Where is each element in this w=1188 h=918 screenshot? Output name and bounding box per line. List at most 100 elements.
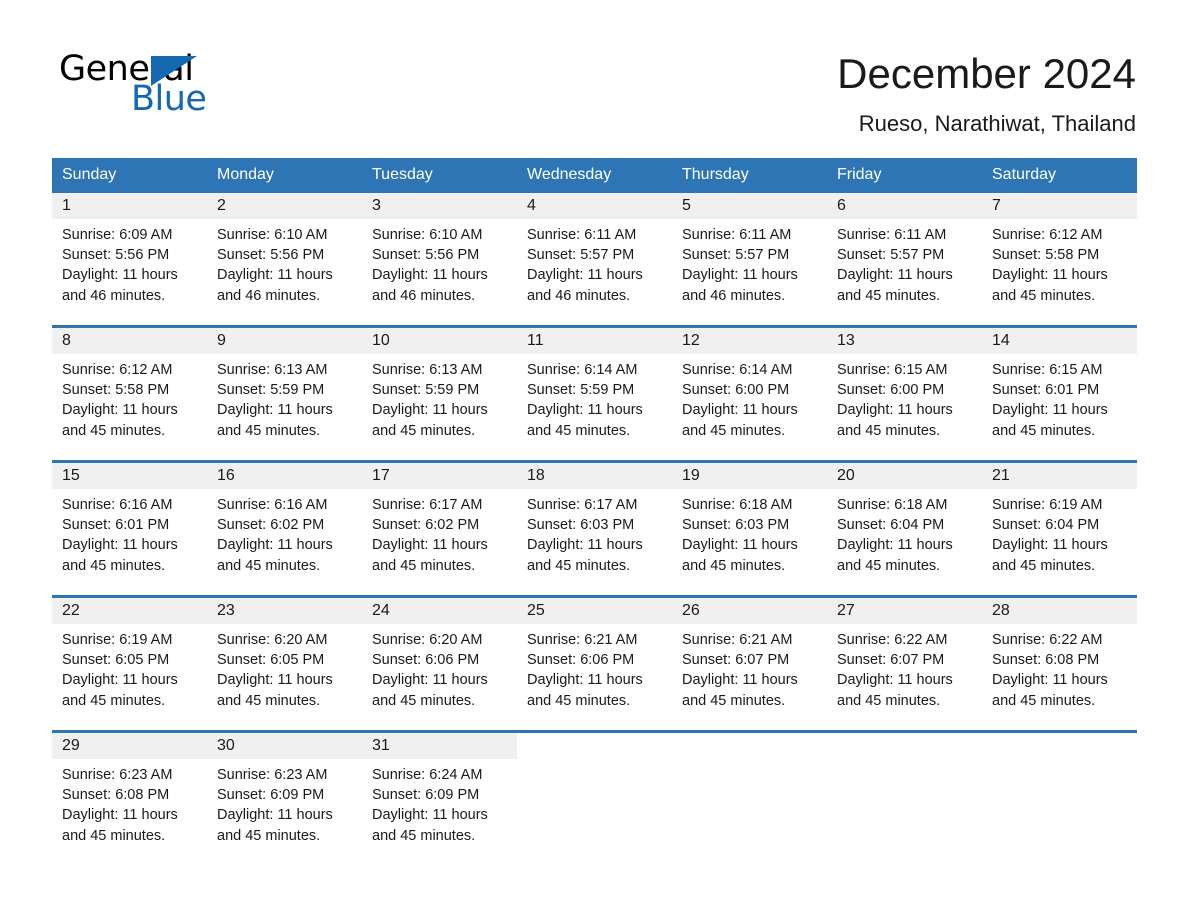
- day-number-band: [827, 733, 982, 759]
- day-info: Sunrise: 6:11 AM Sunset: 5:57 PM Daylight:…: [672, 219, 827, 306]
- calendar-body: 1 Sunrise: 6:09 AM Sunset: 5:56 PM Daylight…: [52, 193, 1137, 865]
- sunset-text: Sunset: 6:09 PM: [217, 787, 325, 804]
- day-cell-inner: 24 Sunrise: 6:20 AM Sunset: 6:06 PM Dayligh…: [362, 598, 517, 730]
- day-info: Sunrise: 6:19 AM Sunset: 6:04 PM Daylight:…: [982, 489, 1137, 576]
- calendar-day-cell[interactable]: 9 Sunrise: 6:13 AM Sunset: 5:59 PM Daylight…: [207, 325, 362, 462]
- day-cell-inner: 17 Sunrise: 6:17 AM Sunset: 6:02 PM Dayligh…: [362, 463, 517, 595]
- day-number-band: [982, 733, 1137, 759]
- calendar-day-cell[interactable]: 5 Sunrise: 6:11 AM Sunset: 5:57 PM Daylight…: [672, 193, 827, 327]
- sunrise-text: Sunrise: 6:22 AM: [992, 632, 1103, 648]
- calendar-day-cell[interactable]: 3 Sunrise: 6:10 AM Sunset: 5:56 PM Daylight…: [362, 193, 517, 327]
- daylight-text: Daylight: 11 hours and 45 minutes.: [682, 537, 798, 574]
- calendar-day-cell[interactable]: 6 Sunrise: 6:11 AM Sunset: 5:57 PM Daylight…: [827, 193, 982, 327]
- sunset-text: Sunset: 6:03 PM: [682, 517, 790, 534]
- day-cell-inner: 21 Sunrise: 6:19 AM Sunset: 6:04 PM Dayligh…: [982, 463, 1137, 595]
- sunset-text: Sunset: 6:03 PM: [527, 517, 635, 534]
- calendar-day-cell[interactable]: 26 Sunrise: 6:21 AM Sunset: 6:07 PM Dayligh…: [672, 595, 827, 732]
- day-number-band: 17: [362, 463, 517, 489]
- calendar-day-cell[interactable]: 19 Sunrise: 6:18 AM Sunset: 6:03 PM Dayligh…: [672, 460, 827, 597]
- sunrise-text: Sunrise: 6:14 AM: [682, 362, 793, 378]
- calendar-day-cell[interactable]: 22 Sunrise: 6:19 AM Sunset: 6:05 PM Dayligh…: [52, 595, 207, 732]
- day-number-band: 15: [52, 463, 207, 489]
- calendar-day-cell[interactable]: 30 Sunrise: 6:23 AM Sunset: 6:09 PM Dayligh…: [207, 730, 362, 865]
- daylight-text: Daylight: 11 hours and 46 minutes.: [527, 267, 643, 304]
- calendar-day-cell[interactable]: 8 Sunrise: 6:12 AM Sunset: 5:58 PM Daylight…: [52, 325, 207, 462]
- day-cell-inner: 11 Sunrise: 6:14 AM Sunset: 5:59 PM Dayligh…: [517, 328, 672, 460]
- day-cell-inner: 15 Sunrise: 6:16 AM Sunset: 6:01 PM Dayligh…: [52, 463, 207, 595]
- sunrise-text: Sunrise: 6:16 AM: [62, 497, 173, 513]
- day-number: 9: [217, 332, 226, 349]
- day-cell-inner: 22 Sunrise: 6:19 AM Sunset: 6:05 PM Dayligh…: [52, 598, 207, 730]
- day-cell-inner: 9 Sunrise: 6:13 AM Sunset: 5:59 PM Daylight…: [207, 328, 362, 460]
- sunset-text: Sunset: 6:05 PM: [62, 652, 170, 669]
- day-number-band: 21: [982, 463, 1137, 489]
- sunset-text: Sunset: 6:07 PM: [837, 652, 945, 669]
- day-info: Sunrise: 6:13 AM Sunset: 5:59 PM Daylight:…: [207, 354, 362, 441]
- calendar-day-cell[interactable]: 11 Sunrise: 6:14 AM Sunset: 5:59 PM Dayligh…: [517, 325, 672, 462]
- sunrise-text: Sunrise: 6:22 AM: [837, 632, 948, 648]
- day-cell-inner: 23 Sunrise: 6:20 AM Sunset: 6:05 PM Dayligh…: [207, 598, 362, 730]
- day-number-band: 20: [827, 463, 982, 489]
- sunset-text: Sunset: 6:08 PM: [62, 787, 170, 804]
- calendar-day-cell[interactable]: 20 Sunrise: 6:18 AM Sunset: 6:04 PM Dayligh…: [827, 460, 982, 597]
- day-cell-inner: 30 Sunrise: 6:23 AM Sunset: 6:09 PM Dayligh…: [207, 733, 362, 865]
- sunset-text: Sunset: 6:07 PM: [682, 652, 790, 669]
- calendar-day-cell[interactable]: 4 Sunrise: 6:11 AM Sunset: 5:57 PM Daylight…: [517, 193, 672, 327]
- calendar-day-cell[interactable]: 24 Sunrise: 6:20 AM Sunset: 6:06 PM Dayligh…: [362, 595, 517, 732]
- day-number-band: 6: [827, 193, 982, 219]
- calendar-day-cell[interactable]: 21 Sunrise: 6:19 AM Sunset: 6:04 PM Dayligh…: [982, 460, 1137, 597]
- generalblue-logo[interactable]: General Blue: [59, 50, 259, 118]
- calendar-day-cell[interactable]: 12 Sunrise: 6:14 AM Sunset: 6:00 PM Dayligh…: [672, 325, 827, 462]
- calendar-day-cell[interactable]: 28 Sunrise: 6:22 AM Sunset: 6:08 PM Dayligh…: [982, 595, 1137, 732]
- sunset-text: Sunset: 5:57 PM: [527, 247, 635, 264]
- daylight-text: Daylight: 11 hours and 45 minutes.: [62, 672, 178, 709]
- sunrise-text: Sunrise: 6:19 AM: [62, 632, 173, 648]
- day-info: [982, 759, 1137, 765]
- calendar-day-cell[interactable]: 16 Sunrise: 6:16 AM Sunset: 6:02 PM Dayligh…: [207, 460, 362, 597]
- daylight-text: Daylight: 11 hours and 45 minutes.: [372, 402, 488, 439]
- day-info: [517, 759, 672, 765]
- day-info: Sunrise: 6:12 AM Sunset: 5:58 PM Daylight:…: [982, 219, 1137, 306]
- sunrise-text: Sunrise: 6:13 AM: [217, 362, 328, 378]
- day-number: 20: [837, 467, 855, 484]
- calendar-day-cell[interactable]: 27 Sunrise: 6:22 AM Sunset: 6:07 PM Dayligh…: [827, 595, 982, 732]
- sunset-text: Sunset: 6:09 PM: [372, 787, 480, 804]
- day-cell-inner: 20 Sunrise: 6:18 AM Sunset: 6:04 PM Dayligh…: [827, 463, 982, 595]
- sunrise-text: Sunrise: 6:23 AM: [217, 767, 328, 783]
- calendar-day-cell[interactable]: 10 Sunrise: 6:13 AM Sunset: 5:59 PM Dayligh…: [362, 325, 517, 462]
- sunrise-text: Sunrise: 6:14 AM: [527, 362, 638, 378]
- sunset-text: Sunset: 5:59 PM: [372, 382, 480, 399]
- calendar-day-cell[interactable]: 31 Sunrise: 6:24 AM Sunset: 6:09 PM Dayligh…: [362, 730, 517, 865]
- calendar-day-cell[interactable]: 2 Sunrise: 6:10 AM Sunset: 5:56 PM Daylight…: [207, 193, 362, 327]
- calendar-header-row: Sunday Monday Tuesday Wednesday Thursday Frid…: [52, 158, 1137, 193]
- day-number: 14: [992, 332, 1010, 349]
- day-info: Sunrise: 6:20 AM Sunset: 6:06 PM Daylight:…: [362, 624, 517, 711]
- calendar-day-cell[interactable]: 14 Sunrise: 6:15 AM Sunset: 6:01 PM Dayligh…: [982, 325, 1137, 462]
- day-number-band: 16: [207, 463, 362, 489]
- calendar-day-cell-empty: [827, 730, 982, 865]
- sunrise-text: Sunrise: 6:10 AM: [372, 227, 483, 243]
- day-info: Sunrise: 6:18 AM Sunset: 6:03 PM Daylight:…: [672, 489, 827, 576]
- daylight-text: Daylight: 11 hours and 45 minutes.: [837, 267, 953, 304]
- day-number-band: 5: [672, 193, 827, 219]
- sunset-text: Sunset: 6:04 PM: [837, 517, 945, 534]
- day-number-band: 11: [517, 328, 672, 354]
- sunrise-text: Sunrise: 6:17 AM: [372, 497, 483, 513]
- day-info: Sunrise: 6:12 AM Sunset: 5:58 PM Daylight:…: [52, 354, 207, 441]
- calendar-day-cell[interactable]: 13 Sunrise: 6:15 AM Sunset: 6:00 PM Dayligh…: [827, 325, 982, 462]
- calendar-day-cell[interactable]: 23 Sunrise: 6:20 AM Sunset: 6:05 PM Dayligh…: [207, 595, 362, 732]
- calendar-day-cell[interactable]: 17 Sunrise: 6:17 AM Sunset: 6:02 PM Dayligh…: [362, 460, 517, 597]
- calendar-day-cell[interactable]: 15 Sunrise: 6:16 AM Sunset: 6:01 PM Dayligh…: [52, 460, 207, 597]
- calendar-day-cell[interactable]: 25 Sunrise: 6:21 AM Sunset: 6:06 PM Dayligh…: [517, 595, 672, 732]
- weekday-header-friday: Friday: [827, 158, 982, 193]
- day-number-band: 12: [672, 328, 827, 354]
- calendar-day-cell[interactable]: 29 Sunrise: 6:23 AM Sunset: 6:08 PM Dayligh…: [52, 730, 207, 865]
- calendar-day-cell[interactable]: 7 Sunrise: 6:12 AM Sunset: 5:58 PM Daylight…: [982, 193, 1137, 327]
- location-subtitle: Rueso, Narathiwat, Thailand: [858, 111, 1136, 136]
- calendar-day-cell[interactable]: 1 Sunrise: 6:09 AM Sunset: 5:56 PM Daylight…: [52, 193, 207, 327]
- calendar-day-cell[interactable]: 18 Sunrise: 6:17 AM Sunset: 6:03 PM Dayligh…: [517, 460, 672, 597]
- sunset-text: Sunset: 5:58 PM: [62, 382, 170, 399]
- sunrise-text: Sunrise: 6:16 AM: [217, 497, 328, 513]
- weekday-header-wednesday: Wednesday: [517, 158, 672, 193]
- day-number-band: 7: [982, 193, 1137, 219]
